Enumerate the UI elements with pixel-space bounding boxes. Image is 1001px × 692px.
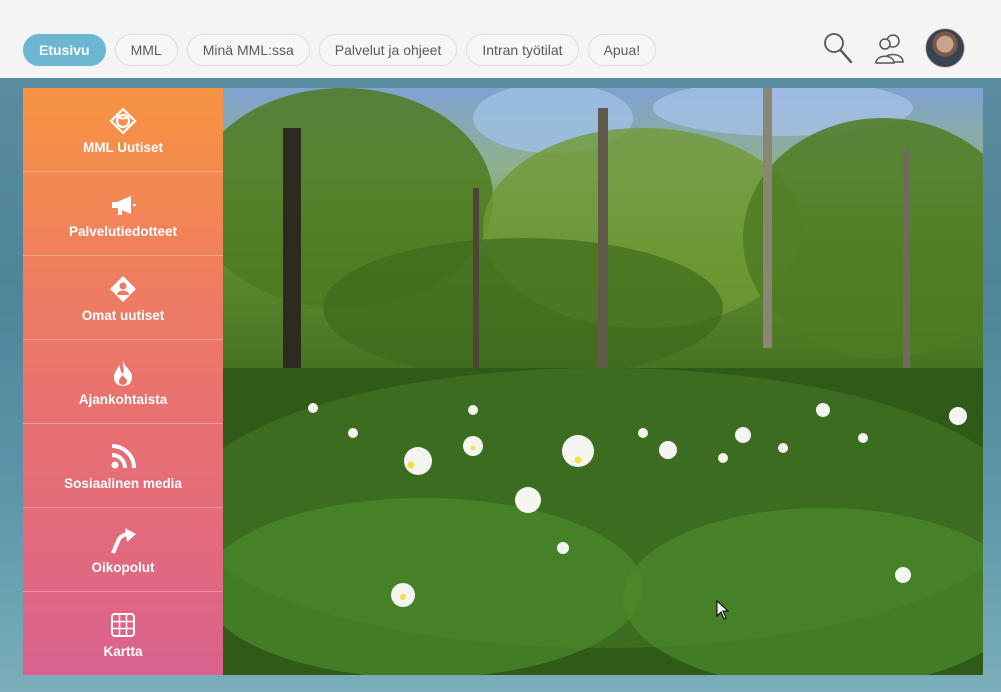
arrow-icon (111, 527, 136, 554)
sidebar-item-label: Ajankohtaista (78, 391, 168, 407)
people-button[interactable] (873, 28, 907, 68)
tab-mml[interactable]: MML (114, 34, 178, 66)
top-bar: Etusivu MML Minä MML:ssa Palvelut ja ohj… (0, 0, 1001, 78)
toolbar (821, 28, 965, 68)
rss-icon (111, 443, 136, 468)
user-avatar[interactable] (925, 28, 965, 68)
tab-mina-mml[interactable]: Minä MML:ssa (186, 34, 310, 66)
sidebar: MML Uutiset Palvelutiedotteet Omat uutis… (23, 88, 223, 675)
megaphone-icon (112, 195, 136, 215)
sidebar-item-label: Palvelutiedotteet (68, 223, 178, 239)
tab-etusivu[interactable]: Etusivu (23, 34, 106, 66)
sidebar-item-label: Kartta (103, 644, 143, 659)
hero-image (223, 88, 983, 675)
sidebar-item-label: Omat uutiset (81, 307, 165, 323)
person-tag-icon (110, 275, 136, 302)
sidebar-item-label: MML Uutiset (83, 139, 163, 155)
people-icon (875, 34, 904, 64)
search-button[interactable] (821, 28, 855, 68)
forest-photo (223, 88, 983, 675)
sidebar-item-kartta[interactable]: Kartta (23, 592, 223, 676)
grid-map-icon (111, 613, 135, 637)
tab-palvelut-ja-ohjeet[interactable]: Palvelut ja ohjeet (318, 34, 458, 66)
flame-icon (114, 359, 132, 386)
sidebar-item-mml-uutiset[interactable]: MML Uutiset (23, 88, 223, 172)
sidebar-item-label: Oikopolut (91, 559, 155, 575)
mml-logo-icon (109, 106, 137, 135)
sidebar-item-palvelutiedotteet[interactable]: Palvelutiedotteet (23, 172, 223, 256)
sidebar-item-sosiaalinen-media[interactable]: Sosiaalinen media (23, 424, 223, 508)
mouse-cursor-icon (716, 600, 730, 620)
sidebar-item-omat-uutiset[interactable]: Omat uutiset (23, 256, 223, 340)
main-navigation: Etusivu MML Minä MML:ssa Palvelut ja ohj… (23, 34, 657, 66)
tab-apua[interactable]: Apua! (587, 34, 657, 66)
sidebar-item-label: Sosiaalinen media (64, 475, 182, 491)
sidebar-item-oikopolut[interactable]: Oikopolut (23, 508, 223, 592)
sidebar-item-ajankohtaista[interactable]: Ajankohtaista (23, 340, 223, 424)
search-icon (824, 33, 853, 64)
tab-intran-tyotilat[interactable]: Intran työtilat (466, 34, 579, 66)
